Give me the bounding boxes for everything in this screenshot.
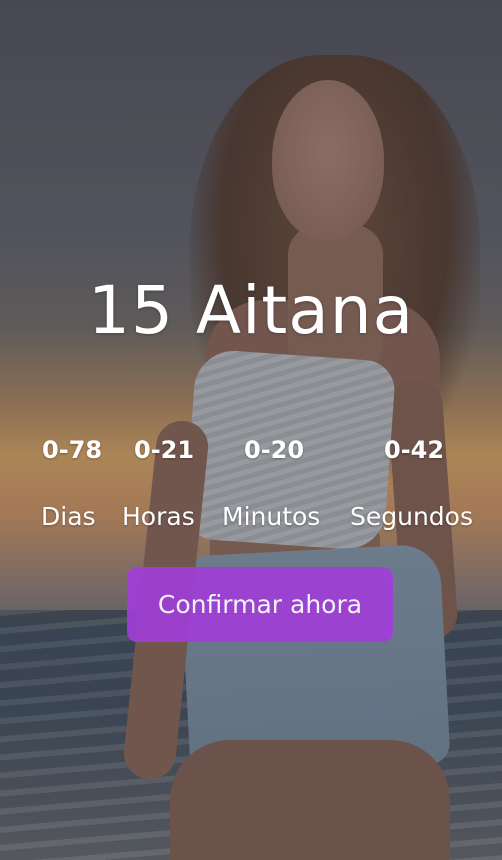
countdown-seconds-label: Segundos — [350, 502, 473, 531]
countdown-days-value: 0-78 — [42, 436, 103, 464]
countdown-hours-label: Horas — [122, 502, 195, 531]
countdown-minutes-label: Minutos — [222, 502, 321, 531]
countdown-days-label: Dias — [41, 502, 96, 531]
countdown-seconds-value: 0-42 — [384, 436, 445, 464]
countdown: 0-78 0-21 0-20 0-42 Dias Horas Minutos S… — [0, 436, 502, 546]
confirm-button[interactable]: Confirmar ahora — [127, 567, 393, 642]
countdown-hours-value: 0-21 — [134, 436, 195, 464]
dark-overlay — [0, 0, 502, 860]
countdown-minutes-value: 0-20 — [244, 436, 305, 464]
page-title: 15 Aitana — [87, 272, 415, 349]
invitation-screen: 15 Aitana 0-78 0-21 0-20 0-42 Dias Horas… — [0, 0, 502, 860]
